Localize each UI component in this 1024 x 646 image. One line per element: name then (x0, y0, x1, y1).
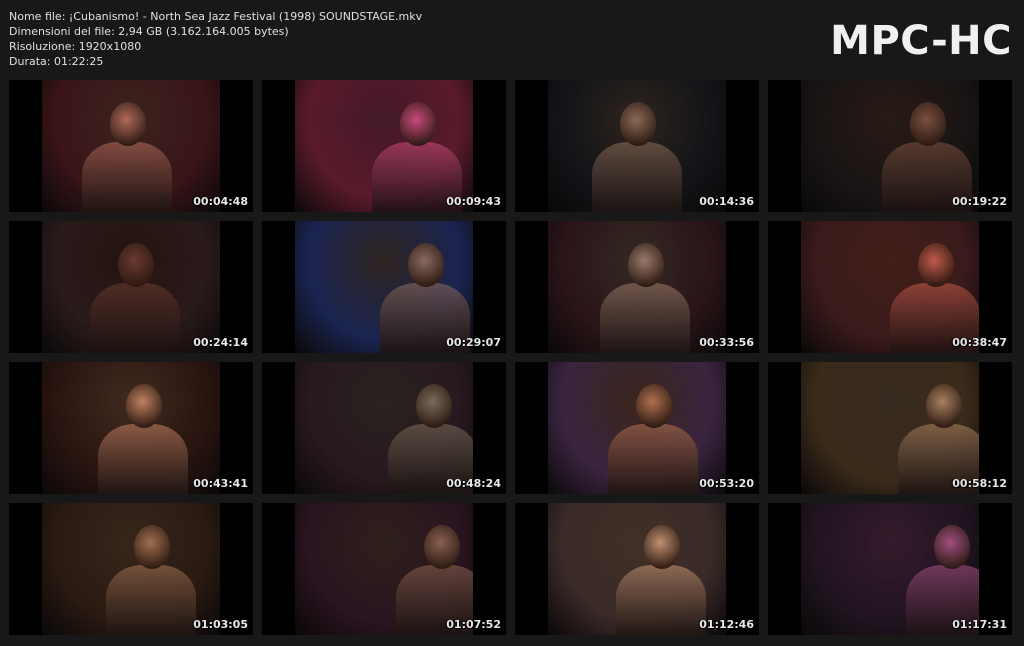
thumbnail: 00:58:12 (768, 362, 1012, 494)
video-frame (295, 503, 473, 635)
file-size: Dimensioni del file: 2,94 GB (3.162.164.… (9, 25, 289, 38)
performer-silhouette (98, 424, 188, 494)
performer-head (126, 384, 162, 428)
video-frame (548, 80, 726, 212)
performer-head (636, 384, 672, 428)
performer-head (910, 102, 946, 146)
thumbnail: 00:53:20 (515, 362, 759, 494)
video-frame (801, 503, 979, 635)
duration: Durata: 01:22:25 (9, 55, 104, 68)
performer-head (644, 525, 680, 569)
performer-head (416, 384, 452, 428)
timestamp: 00:48:24 (446, 477, 501, 490)
video-frame (42, 362, 220, 494)
brand-logo: MPC-HC (830, 18, 1012, 64)
video-frame (548, 503, 726, 635)
performer-silhouette (90, 283, 180, 353)
thumbnail: 01:03:05 (9, 503, 253, 635)
thumbnail: 00:29:07 (262, 221, 506, 353)
timestamp: 00:53:20 (699, 477, 754, 490)
timestamp: 00:33:56 (699, 336, 754, 349)
timestamp: 00:14:36 (699, 195, 754, 208)
thumbnail: 01:17:31 (768, 503, 1012, 635)
video-frame (295, 221, 473, 353)
performer-head (628, 243, 664, 287)
thumbnail: 00:09:43 (262, 80, 506, 212)
timestamp: 01:03:05 (193, 618, 248, 631)
performer-head (620, 102, 656, 146)
timestamp: 00:09:43 (446, 195, 501, 208)
thumbnail: 00:24:14 (9, 221, 253, 353)
thumbnail: 00:33:56 (515, 221, 759, 353)
thumbnail: 00:43:41 (9, 362, 253, 494)
timestamp: 01:12:46 (699, 618, 754, 631)
performer-head (134, 525, 170, 569)
video-frame (548, 362, 726, 494)
performer-silhouette (82, 142, 172, 212)
performer-silhouette (608, 424, 698, 494)
thumbnail-grid: 00:04:48 00:09:43 00:14:36 00:19:22 00:24:14… (9, 80, 1012, 635)
timestamp: 00:24:14 (193, 336, 248, 349)
thumbnail: 01:12:46 (515, 503, 759, 635)
thumbnail: 00:14:36 (515, 80, 759, 212)
timestamp: 00:38:47 (952, 336, 1007, 349)
video-frame (42, 221, 220, 353)
timestamp: 01:07:52 (446, 618, 501, 631)
video-frame (548, 221, 726, 353)
performer-silhouette (106, 565, 196, 635)
thumbnail: 00:04:48 (9, 80, 253, 212)
timestamp: 00:04:48 (193, 195, 248, 208)
thumbnail: 00:19:22 (768, 80, 1012, 212)
timestamp: 00:58:12 (952, 477, 1007, 490)
performer-head (118, 243, 154, 287)
video-frame (42, 503, 220, 635)
performer-head (934, 525, 970, 569)
video-frame (295, 362, 473, 494)
performer-silhouette (600, 283, 690, 353)
file-name: Nome file: ¡Cubanismo! - North Sea Jazz … (9, 10, 423, 23)
performer-head (408, 243, 444, 287)
timestamp: 01:17:31 (952, 618, 1007, 631)
timestamp: 00:29:07 (446, 336, 501, 349)
video-frame (801, 80, 979, 212)
performer-head (918, 243, 954, 287)
performer-head (926, 384, 962, 428)
thumbnail: 00:38:47 (768, 221, 1012, 353)
video-frame (801, 362, 979, 494)
resolution: Risoluzione: 1920x1080 (9, 40, 142, 53)
performer-silhouette (592, 142, 682, 212)
performer-head (400, 102, 436, 146)
video-frame (295, 80, 473, 212)
timestamp: 00:19:22 (952, 195, 1007, 208)
thumbnail: 01:07:52 (262, 503, 506, 635)
file-info: Nome file: ¡Cubanismo! - North Sea Jazz … (9, 9, 422, 69)
performer-head (424, 525, 460, 569)
performer-head (110, 102, 146, 146)
video-frame (42, 80, 220, 212)
performer-silhouette (616, 565, 706, 635)
timestamp: 00:43:41 (193, 477, 248, 490)
thumbnail: 00:48:24 (262, 362, 506, 494)
video-frame (801, 221, 979, 353)
